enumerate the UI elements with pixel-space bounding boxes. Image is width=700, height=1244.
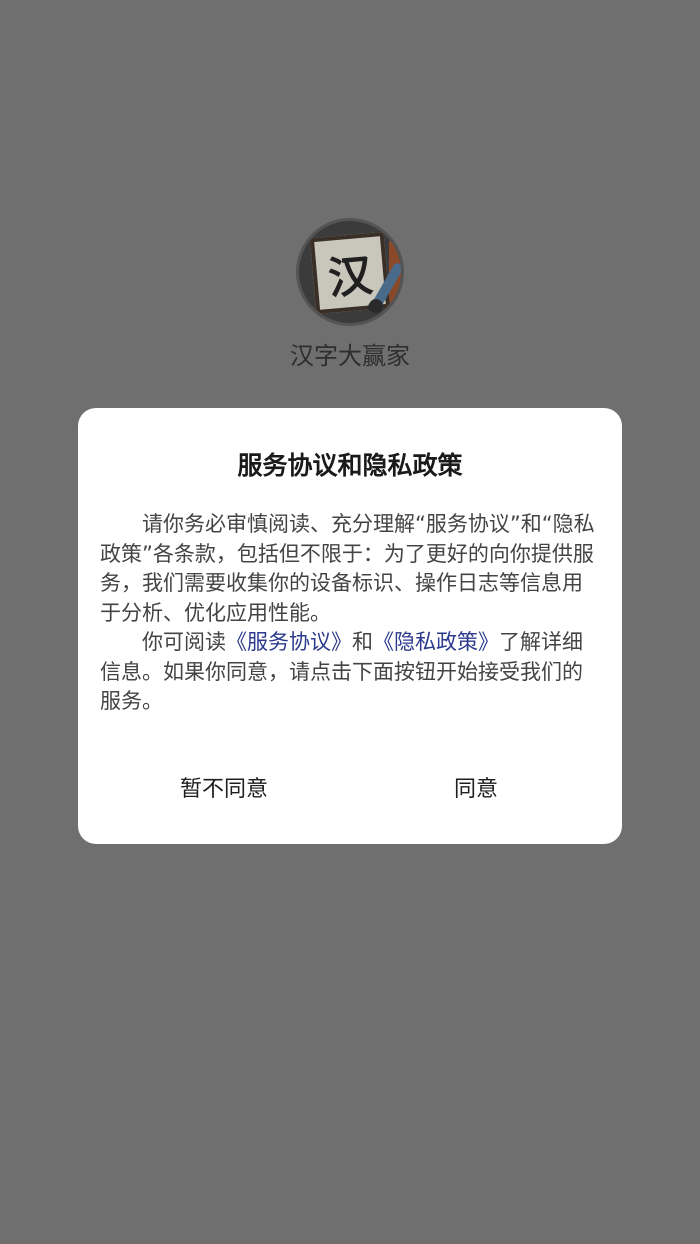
agree-button[interactable]: 同意 — [376, 770, 576, 810]
disagree-button[interactable]: 暂不同意 — [124, 770, 324, 810]
dialog-paragraph-2: 你可阅读《服务协议》和《隐私政策》了解详细信息。如果你同意，请点击下面按钮开始接… — [100, 628, 600, 717]
app-logo-icon: 汉 — [296, 218, 404, 326]
dialog-paragraph-1: 请你务必审慎阅读、充分理解“服务协议”和“隐私政策”各条款，包括但不限于：为了更… — [100, 512, 595, 625]
privacy-dialog: 服务协议和隐私政策 请你务必审慎阅读、充分理解“服务协议”和“隐私政策”各条款，… — [78, 408, 622, 844]
dialog-title: 服务协议和隐私政策 — [237, 451, 463, 480]
paragraph-2-and: 和 — [352, 630, 373, 654]
service-agreement-link[interactable]: 《服务协议》 — [226, 630, 352, 654]
dialog-body: 请你务必审慎阅读、充分理解“服务协议”和“隐私政策”各条款，包括但不限于：为了更… — [100, 510, 600, 717]
privacy-policy-link[interactable]: 《隐私政策》 — [373, 630, 499, 654]
app-name: 汉字大赢家 — [290, 342, 410, 370]
paragraph-2-prefix: 你可阅读 — [142, 630, 226, 654]
